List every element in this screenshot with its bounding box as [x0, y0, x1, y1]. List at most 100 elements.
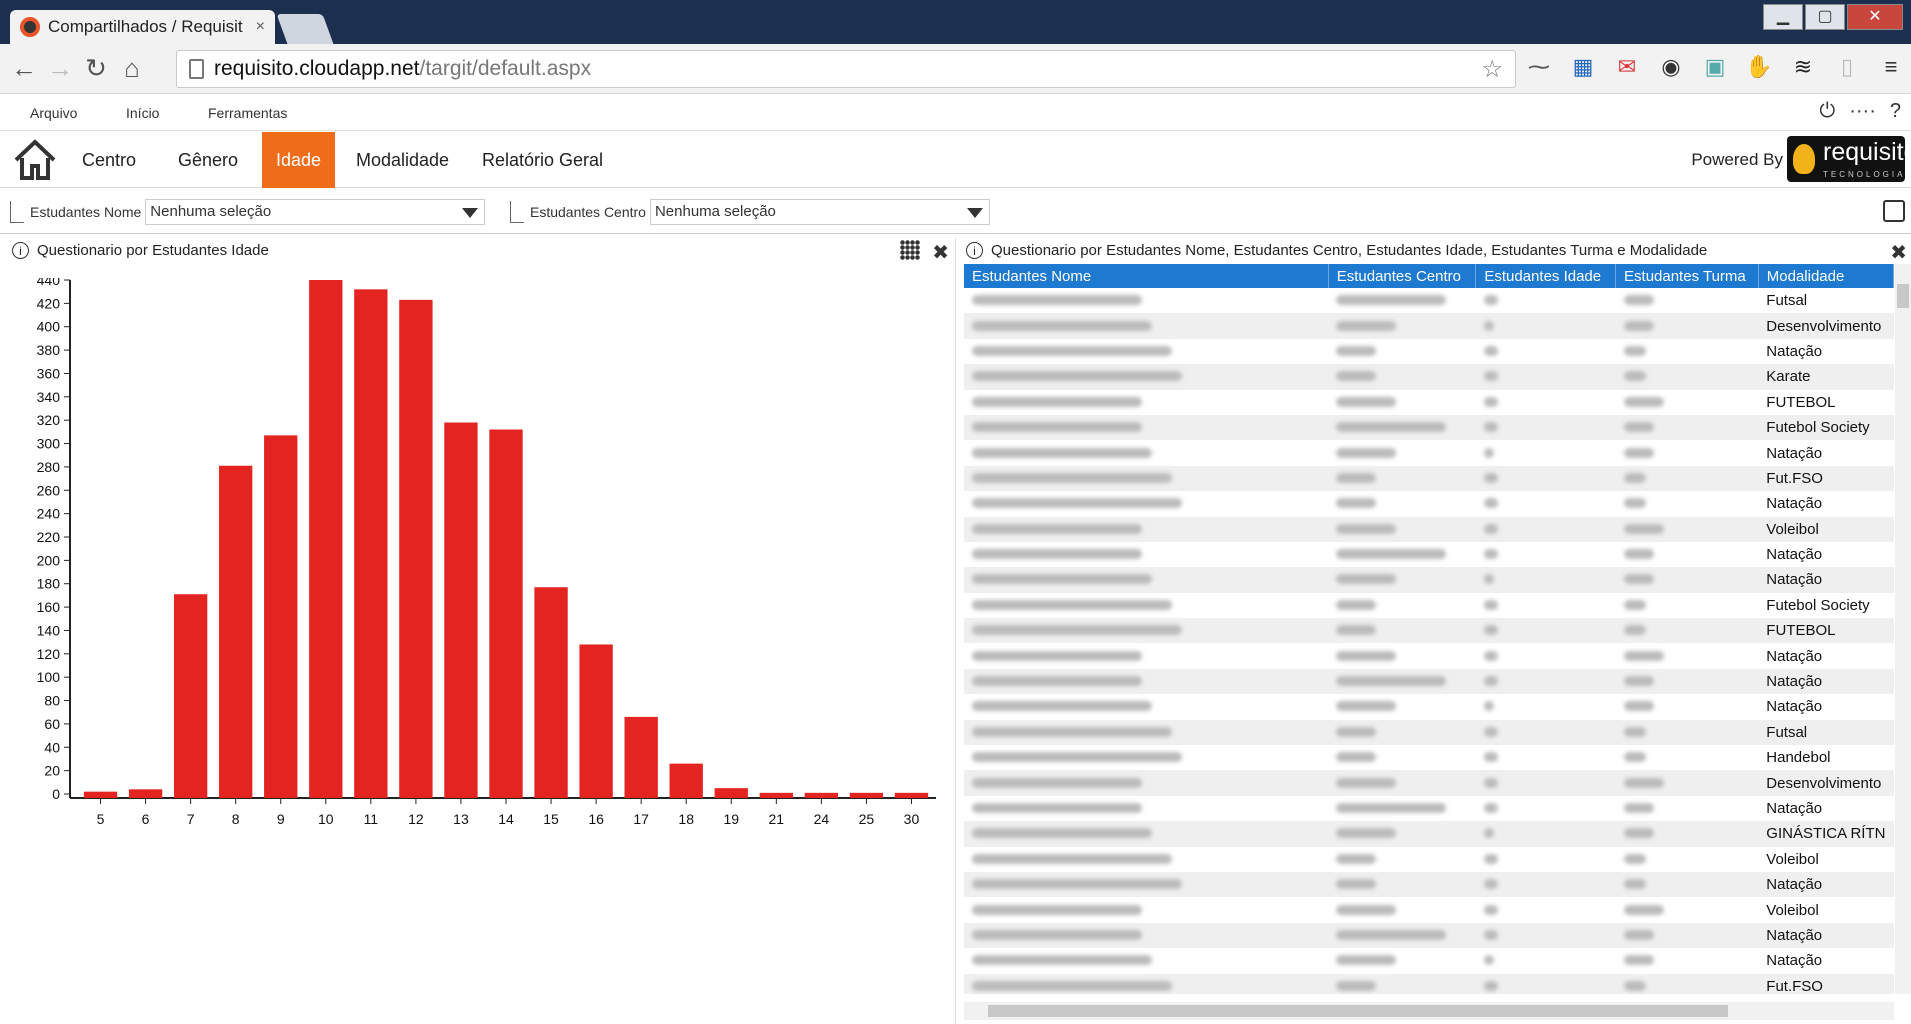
table-row[interactable]: Desenvolvimento	[964, 770, 1894, 796]
modalidade-cell: Natação	[1766, 800, 1823, 817]
redacted-text	[1623, 422, 1654, 433]
close-panel-icon[interactable]: ✖	[1890, 240, 1907, 265]
url-field[interactable]: requisito.cloudapp.net/targit/default.as…	[176, 50, 1516, 88]
table-row[interactable]: Natação	[964, 567, 1894, 593]
table-row[interactable]: Karate	[964, 364, 1894, 390]
table-row[interactable]: Natação	[964, 871, 1894, 898]
redacted-cell	[964, 516, 1329, 542]
vertical-scrollbar[interactable]	[1895, 264, 1911, 994]
window-close-icon[interactable]: ✕	[1847, 4, 1903, 30]
col-header-nome[interactable]: Estudantes Nome	[964, 264, 1329, 288]
chrome-extension-icon[interactable]: ◉	[1657, 54, 1685, 82]
horizontal-scrollbar[interactable]	[964, 1002, 1894, 1020]
tab-modalidade[interactable]: Modalidade	[342, 132, 463, 188]
forward-arrow-icon[interactable]: →	[42, 53, 78, 84]
redacted-text	[1336, 904, 1397, 915]
menu-inicio[interactable]: Início	[126, 105, 159, 121]
modalidade-cell: Futebol Society	[1766, 596, 1870, 614]
tab-relatorio-geral[interactable]: Relatório Geral	[468, 132, 617, 188]
filter-lock-icon[interactable]	[1883, 200, 1905, 222]
tab-close-icon[interactable]: ×	[256, 18, 265, 36]
redacted-cell	[1476, 948, 1616, 973]
table-row[interactable]: FUTEBOL	[964, 618, 1894, 644]
table-row[interactable]: Natação	[964, 440, 1894, 465]
redacted-cell	[1476, 847, 1616, 872]
calendar-extension-icon[interactable]: ▦	[1569, 54, 1597, 82]
horizontal-scroll-thumb[interactable]	[988, 1005, 1728, 1017]
table-row[interactable]: Fut.FSO	[964, 465, 1894, 492]
close-panel-icon[interactable]: ✖	[932, 240, 949, 265]
maximize-icon[interactable]: ▢	[1805, 4, 1845, 30]
tab-centro[interactable]: Centro	[68, 132, 150, 188]
back-arrow-icon[interactable]: ←	[6, 53, 42, 84]
col-header-turma[interactable]: Estudantes Turma	[1615, 264, 1759, 288]
grid-view-icon[interactable]	[900, 240, 921, 260]
dots-icon[interactable]: ····	[1849, 100, 1876, 123]
bar-age-6	[128, 789, 163, 798]
home-icon[interactable]: ⌂	[114, 53, 150, 84]
redacted-cell	[964, 821, 1329, 847]
menu-ferramentas[interactable]: Ferramentas	[208, 105, 287, 121]
info-icon[interactable]: i	[12, 242, 29, 259]
table-row[interactable]: Futebol Society	[964, 593, 1894, 618]
redacted-text	[972, 574, 1152, 585]
chrome-menu-icon[interactable]: ≡	[1877, 54, 1905, 82]
new-tab-button[interactable]	[276, 14, 334, 44]
y-tick-label: 140	[37, 622, 61, 638]
table-row[interactable]: Natação	[964, 542, 1894, 567]
table-row[interactable]: Natação	[964, 643, 1894, 668]
vertical-scroll-thumb[interactable]	[1897, 284, 1909, 308]
modalidade-cell: Futsal	[1758, 719, 1894, 746]
table-row[interactable]: GINÁSTICA RÍTN	[964, 821, 1894, 847]
x-tick-label: 21	[769, 811, 785, 827]
redacted-text	[1483, 345, 1498, 356]
redacted-cell	[1328, 745, 1476, 770]
table-row[interactable]: Fut.FSO	[964, 973, 1894, 994]
redacted-cell	[964, 567, 1329, 593]
table-row[interactable]: Futebol Society	[964, 414, 1894, 441]
info-icon[interactable]: i	[966, 242, 983, 259]
table-row[interactable]: Natação	[964, 796, 1894, 821]
hand-extension-icon[interactable]: ✋	[1745, 54, 1773, 82]
table-row[interactable]: Natação	[964, 491, 1894, 516]
estudantes-nome-select[interactable]: Nenhuma seleção	[145, 199, 486, 225]
table-row[interactable]: Natação	[964, 668, 1894, 695]
home-nav-icon[interactable]	[12, 138, 58, 182]
col-header-centro[interactable]: Estudantes Centro	[1328, 264, 1477, 288]
bookmark-star-icon[interactable]: ☆	[1481, 55, 1503, 84]
tab-genero[interactable]: Gênero	[164, 132, 252, 188]
redacted-text	[1483, 904, 1498, 915]
table-row[interactable]: Futsal	[964, 719, 1894, 746]
estudantes-centro-select[interactable]: Nenhuma seleção	[649, 199, 990, 225]
pulse-extension-icon[interactable]: ⁓	[1525, 54, 1553, 82]
table-row[interactable]: Futsal	[964, 288, 1894, 313]
reload-icon[interactable]: ↻	[78, 53, 114, 84]
bar-age-19	[714, 788, 748, 798]
table-row[interactable]: Voleibol	[964, 897, 1894, 922]
help-icon[interactable]: ?	[1890, 100, 1901, 123]
table-row[interactable]: Voleibol	[964, 847, 1894, 872]
layers-extension-icon[interactable]: ≋	[1789, 54, 1817, 82]
k-extension-icon[interactable]: ▯	[1833, 54, 1861, 82]
gmail-icon[interactable]: ✉	[1613, 54, 1641, 82]
col-header-idade[interactable]: Estudantes Idade	[1475, 264, 1617, 288]
redacted-text	[1623, 955, 1654, 966]
table-row[interactable]: Handebol	[964, 745, 1894, 770]
menu-arquivo[interactable]: Arquivo	[30, 105, 77, 121]
browser-tab[interactable]: Compartilhados / Requisit ×	[10, 10, 275, 44]
redacted-cell	[1328, 313, 1476, 339]
table-row[interactable]: Natação	[964, 694, 1894, 719]
table-row[interactable]: Desenvolvimento	[964, 313, 1894, 339]
tab-idade[interactable]: Idade	[262, 132, 336, 188]
minimize-icon[interactable]: ▁	[1763, 4, 1803, 30]
redacted-cell	[964, 491, 1328, 516]
col-header-modalidade[interactable]: Modalidade	[1758, 264, 1894, 288]
table-row[interactable]: Voleibol	[964, 516, 1894, 542]
table-row[interactable]: Natação	[964, 339, 1894, 364]
table-row[interactable]: Natação	[964, 922, 1894, 949]
photo-extension-icon[interactable]: ▣	[1701, 54, 1729, 82]
table-row[interactable]: FUTEBOL	[964, 390, 1894, 415]
table-row[interactable]: Natação	[964, 948, 1894, 973]
power-icon[interactable]: ⏻	[1819, 100, 1835, 123]
window-controls: ▁ ▢ ✕	[1763, 4, 1903, 30]
